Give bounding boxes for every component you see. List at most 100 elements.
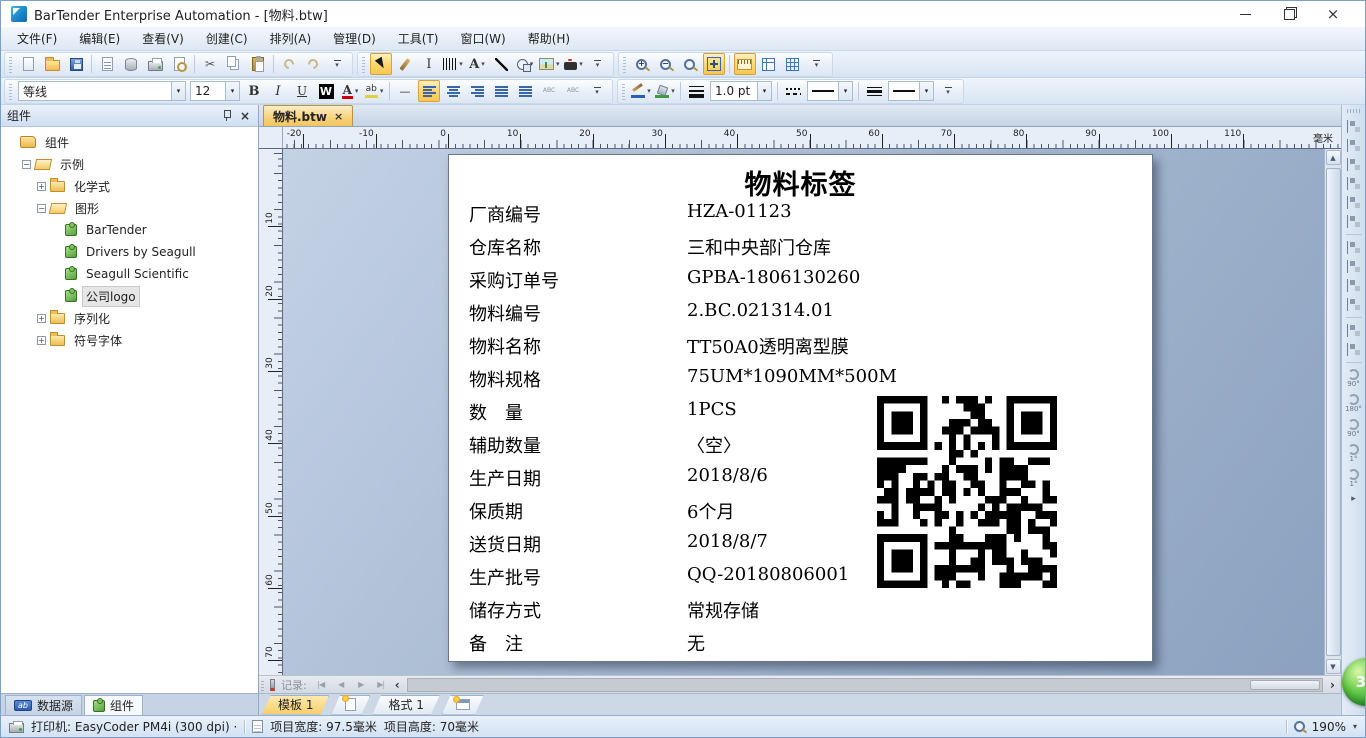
image-tool-button[interactable]: ▾ bbox=[538, 53, 561, 75]
shape-tool-button[interactable]: ▾ bbox=[514, 53, 536, 75]
expander-icon[interactable]: + bbox=[37, 182, 46, 191]
fill-color-button[interactable]: ▾ bbox=[654, 80, 676, 102]
rotate-180-button[interactable]: 180° bbox=[1344, 392, 1364, 415]
vertical-scrollbar[interactable]: ▲ ▼ bbox=[1324, 149, 1341, 675]
border-style-icon-button[interactable] bbox=[863, 80, 885, 102]
dropdown-arrow-icon[interactable]: ▾ bbox=[671, 87, 675, 95]
first-record-button[interactable]: |◀ bbox=[313, 678, 329, 692]
label-sheet[interactable]: 物料标签 厂商编号HZA-01123仓库名称三和中央部门仓库采购订单号GPBA-… bbox=[448, 154, 1153, 662]
label-field-row[interactable]: 备 注无 bbox=[449, 630, 1152, 663]
dropdown-arrow-icon[interactable]: ▾ bbox=[579, 60, 583, 68]
select-tool-button[interactable] bbox=[370, 53, 392, 75]
rotate-left-1-button[interactable]: 1° bbox=[1344, 442, 1364, 465]
italic-button[interactable]: I bbox=[267, 80, 289, 102]
panel-tab-datasource[interactable]: ab数据源 bbox=[5, 695, 82, 715]
combo-dropdown-icon[interactable]: ▾ bbox=[757, 82, 771, 100]
menu-item[interactable]: 编辑(E) bbox=[68, 27, 131, 50]
align-justify-button[interactable] bbox=[490, 80, 512, 102]
database-setup-button[interactable] bbox=[120, 53, 142, 75]
print-preview-button[interactable] bbox=[168, 53, 190, 75]
zoom-in-button[interactable]: + bbox=[631, 53, 653, 75]
previous-record-button[interactable]: ◀ bbox=[333, 678, 349, 692]
document-tab[interactable]: 物料.btw × bbox=[263, 105, 353, 126]
undo-button[interactable] bbox=[278, 53, 300, 75]
center-in-template-h-button[interactable] bbox=[1344, 296, 1364, 313]
open-file-button[interactable] bbox=[41, 53, 63, 75]
expander-icon[interactable]: − bbox=[22, 160, 31, 169]
horizontal-scroll-track[interactable] bbox=[407, 678, 1323, 692]
barcode-tool-button[interactable]: ▾ bbox=[442, 53, 464, 75]
dropdown-arrow-icon[interactable]: ▾ bbox=[459, 60, 463, 68]
underline-button[interactable]: U bbox=[291, 80, 313, 102]
redo-button[interactable] bbox=[302, 53, 324, 75]
ruler-toggle-button[interactable] bbox=[734, 53, 756, 75]
label-field-row[interactable]: 物料编号2.BC.021314.01 bbox=[449, 300, 1152, 333]
pin-icon[interactable] bbox=[222, 109, 232, 122]
menu-item[interactable]: 工具(T) bbox=[387, 27, 450, 50]
rotate-right-1-button[interactable]: 1° bbox=[1344, 467, 1364, 490]
font-size-combo[interactable]: 12▾ bbox=[190, 81, 240, 101]
label-field-row[interactable]: 物料名称TT50A0透明离型膜 bbox=[449, 333, 1152, 366]
expander-icon[interactable]: + bbox=[37, 314, 46, 323]
tree-item[interactable]: 公司logo bbox=[1, 285, 258, 307]
menu-item[interactable]: 创建(C) bbox=[195, 27, 259, 50]
save-button[interactable] bbox=[65, 53, 87, 75]
equalize-width-button[interactable] bbox=[1344, 322, 1364, 339]
font-name-combo[interactable]: 等线▾ bbox=[18, 81, 186, 101]
label-field-row[interactable]: 物料规格75UM*1090MM*500M bbox=[449, 366, 1152, 399]
zoom-out-button[interactable]: − bbox=[655, 53, 677, 75]
align-center-button[interactable] bbox=[442, 80, 464, 102]
design-canvas[interactable]: 物料标签 厂商编号HZA-01123仓库名称三和中央部门仓库采购订单号GPBA-… bbox=[283, 149, 1324, 675]
minimize-button[interactable] bbox=[1223, 2, 1267, 26]
dropdown-arrow-icon[interactable]: ▾ bbox=[380, 87, 384, 95]
expander-icon[interactable]: + bbox=[37, 336, 46, 345]
text-tool-button[interactable]: A▾ bbox=[466, 53, 488, 75]
symbol-font-button[interactable]: W bbox=[315, 80, 337, 102]
document-tab-close-icon[interactable]: × bbox=[334, 110, 343, 123]
restore-button[interactable] bbox=[1267, 2, 1311, 26]
new-format-button[interactable] bbox=[442, 695, 484, 715]
tree-item[interactable]: Seagull Scientific bbox=[1, 263, 258, 285]
fit-in-window-button[interactable] bbox=[703, 53, 725, 75]
equalize-height-button[interactable] bbox=[1344, 341, 1364, 358]
dropdown-arrow-icon[interactable]: ▾ bbox=[647, 87, 651, 95]
overflow-button[interactable]: ▾ bbox=[586, 80, 608, 102]
center-vertically-button[interactable] bbox=[1344, 194, 1364, 211]
print-button[interactable] bbox=[144, 53, 166, 75]
rotate-right-90-button[interactable]: 90° bbox=[1344, 417, 1364, 440]
grow-text-button[interactable]: ABC bbox=[562, 80, 584, 102]
menu-item[interactable]: 管理(D) bbox=[322, 27, 387, 50]
tree-item[interactable]: +符号字体 bbox=[1, 329, 258, 351]
cut-button[interactable]: ✂ bbox=[199, 53, 221, 75]
combo-dropdown-icon[interactable]: ▾ bbox=[838, 82, 852, 100]
dash-style-icon-button[interactable] bbox=[782, 80, 804, 102]
line-weight-icon-button[interactable] bbox=[685, 80, 707, 102]
menu-item[interactable]: 文件(F) bbox=[6, 27, 68, 50]
tree-item[interactable]: −示例 bbox=[1, 153, 258, 175]
overflow-button[interactable]: ▾ bbox=[937, 80, 959, 102]
tree-item[interactable]: 组件 bbox=[1, 131, 258, 153]
dropdown-arrow-icon[interactable]: ▾ bbox=[355, 87, 359, 95]
new-template-button[interactable] bbox=[331, 695, 370, 715]
last-record-button[interactable]: ▶| bbox=[373, 678, 389, 692]
format-painter-button[interactable] bbox=[394, 53, 416, 75]
rotate-left-90-button[interactable]: 90° bbox=[1344, 367, 1364, 390]
expander-icon[interactable]: − bbox=[37, 204, 46, 213]
overflow-button[interactable]: ▾ bbox=[326, 53, 348, 75]
label-field-row[interactable]: 厂商编号HZA-01123 bbox=[449, 201, 1152, 234]
page-setup-button[interactable] bbox=[96, 53, 118, 75]
tree-item[interactable]: +化学式 bbox=[1, 175, 258, 197]
font-color-button[interactable]: A▾ bbox=[339, 80, 361, 102]
boundaries-toggle-button[interactable] bbox=[758, 53, 780, 75]
align-bottom-edges-button[interactable] bbox=[1344, 175, 1364, 192]
label-field-row[interactable]: 储存方式常规存储 bbox=[449, 597, 1152, 630]
panel-tab-component[interactable]: 组件 bbox=[84, 695, 143, 715]
vertical-scroll-thumb[interactable] bbox=[1326, 168, 1341, 656]
tree-item[interactable]: BarTender bbox=[1, 219, 258, 241]
copy-button[interactable] bbox=[223, 53, 245, 75]
line-tool-button[interactable] bbox=[490, 53, 512, 75]
dropdown-arrow-icon[interactable]: ▾ bbox=[556, 60, 560, 68]
center-in-template-v-button[interactable] bbox=[1344, 277, 1364, 294]
tree-item[interactable]: +序列化 bbox=[1, 307, 258, 329]
overflow-button[interactable]: ▾ bbox=[587, 53, 609, 75]
